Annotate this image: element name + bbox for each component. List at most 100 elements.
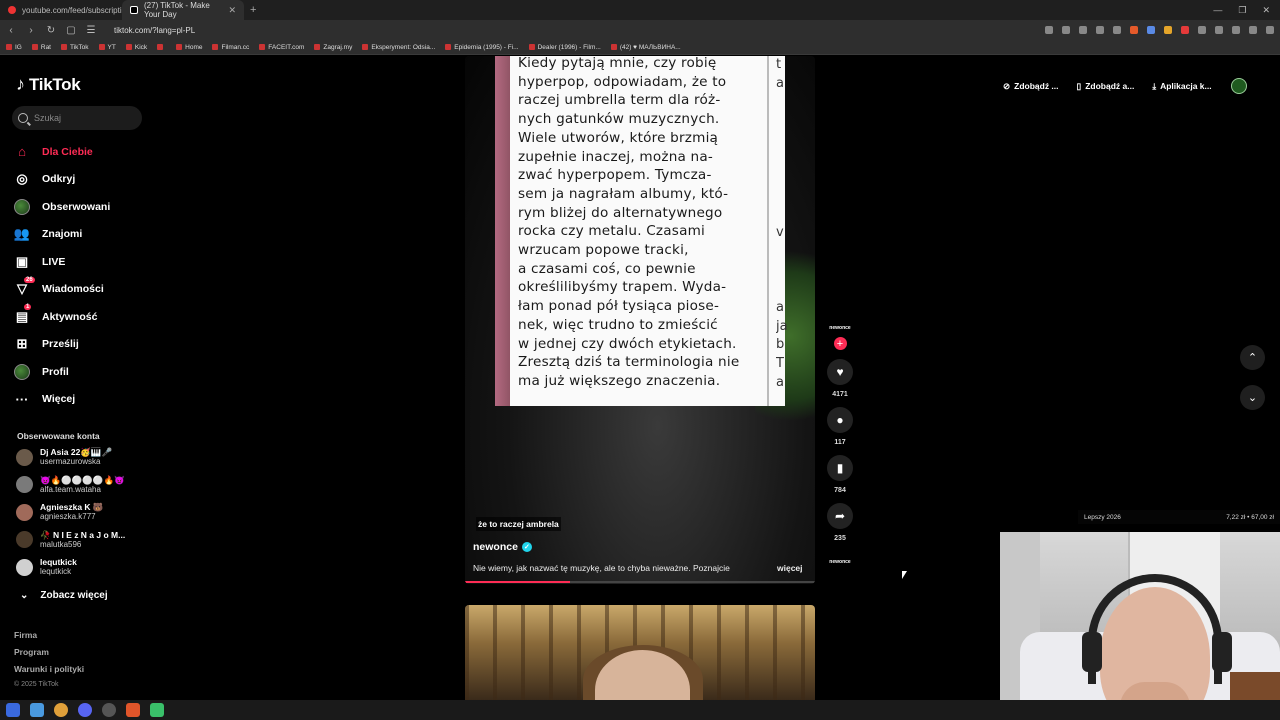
nav-item-wiadomości[interactable]: ▽ 26 Wiadomości: [14, 276, 154, 304]
next-video-preview[interactable]: [465, 605, 815, 700]
nav-item-więcej[interactable]: ··· Więcej: [14, 386, 154, 414]
brave-shield-icon[interactable]: [1130, 26, 1138, 34]
nav-item-aktywność[interactable]: ▤ 1 Aktywność: [14, 303, 154, 331]
obs-icon[interactable]: [102, 703, 116, 717]
bookmark-item[interactable]: Dealer (1996) - Film...: [528, 43, 601, 51]
browser-tab-tiktok[interactable]: (27) TikTok - Make Your Day ✕: [122, 0, 244, 20]
site-info-icon[interactable]: ☰: [86, 25, 96, 36]
discord-icon[interactable]: [78, 703, 92, 717]
forward-icon[interactable]: ›: [26, 25, 36, 36]
account-name: Dj Asia 22🥳🎹🎤: [40, 447, 113, 457]
footer-link-firma[interactable]: Firma: [14, 630, 37, 640]
bookmark-item[interactable]: Kick: [125, 44, 147, 51]
nav-item-dla-ciebie[interactable]: ⌂ Dla Ciebie: [14, 138, 154, 166]
start-icon[interactable]: [6, 703, 20, 717]
bookmark-item[interactable]: FACEIT.com: [259, 44, 304, 51]
bookmark-page-icon[interactable]: ▢: [66, 25, 76, 36]
extensions-menu-icon[interactable]: [1215, 26, 1223, 34]
bookmark-item[interactable]: Filman.cc: [212, 44, 249, 51]
download-icon[interactable]: [1198, 26, 1206, 34]
next-video-button[interactable]: ⌄: [1240, 385, 1265, 410]
bookmark-item[interactable]: [157, 44, 166, 50]
share-icon[interactable]: ➦: [827, 503, 853, 529]
profile-avatar[interactable]: [1230, 78, 1247, 94]
see-more-button[interactable]: ⌄ Zobacz więcej: [20, 590, 108, 601]
media-icon[interactable]: [1249, 26, 1257, 34]
bookmark-item[interactable]: TikTok: [61, 44, 89, 51]
extension-icon[interactable]: [1147, 26, 1155, 34]
bookmark-item[interactable]: (42) ♥ МАЛЬВИНА...: [610, 43, 681, 51]
nav-item-odkryj[interactable]: ◎ Odkryj: [14, 166, 154, 194]
minimize-icon[interactable]: —: [1213, 5, 1222, 16]
tiktok-logo[interactable]: ♪ TikTok: [16, 74, 81, 95]
search-box[interactable]: [12, 106, 142, 130]
bookmark-label: (42) ♥ МАЛЬВИНА...: [619, 43, 681, 51]
bookmark-item[interactable]: Home: [176, 44, 202, 51]
bookmark-item[interactable]: YT: [98, 44, 116, 51]
footer-link-terms[interactable]: Warunki i polityki: [14, 664, 84, 674]
like-icon[interactable]: ♥: [827, 359, 853, 385]
new-tab-button[interactable]: +: [244, 4, 262, 16]
desktop-app-button[interactable]: ⤓ Aplikacja k...: [1145, 74, 1219, 98]
bookmark-item[interactable]: Zagraj.my: [314, 44, 352, 51]
back-icon[interactable]: ‹: [6, 25, 16, 36]
taskbar-app-icon[interactable]: [30, 703, 44, 717]
close-window-icon[interactable]: ✕: [1262, 5, 1270, 16]
nav-item-znajomi[interactable]: 👥 Znajomi: [14, 221, 154, 249]
search-input[interactable]: [34, 113, 134, 123]
menu-icon[interactable]: [1266, 26, 1274, 34]
nav-item-prześlij[interactable]: ⊞ Prześlij: [14, 331, 154, 359]
bookmark-item[interactable]: Eksperyment: Odsia...: [362, 44, 435, 51]
os-taskbar: [0, 700, 1280, 720]
maximize-icon[interactable]: ❐: [1238, 5, 1246, 16]
extension-icon[interactable]: [1181, 26, 1189, 34]
magazine-line: hyperpop, odpowiadam, że to: [518, 73, 727, 90]
link-icon[interactable]: [1232, 26, 1240, 34]
follow-plus-icon[interactable]: +: [833, 337, 847, 350]
magazine-text: Kiedy pytają mnie, czy robię hyperpop, od…: [518, 56, 768, 391]
reload-icon[interactable]: ↻: [46, 25, 56, 36]
avatar: [16, 503, 33, 521]
url-field[interactable]: tiktok.com/?lang=pl-PL: [114, 26, 195, 35]
followed-account[interactable]: 🥀 N I E z N a J o M... malutka596: [16, 530, 125, 550]
bookmark-item[interactable]: Epidemia (1995) - Fi...: [445, 44, 519, 51]
extension-icon[interactable]: [1062, 26, 1070, 34]
nav-item-live[interactable]: ▣ LIVE: [14, 248, 154, 276]
followed-account[interactable]: Dj Asia 22🥳🎹🎤 usermazurowska: [16, 447, 112, 467]
chevron-up-icon: ⌃: [1247, 352, 1258, 364]
nav-item-obserwowani[interactable]: Obserwowani: [14, 193, 154, 221]
followed-account[interactable]: Agnieszka K 🐻 agnieszka.k777: [16, 502, 104, 522]
more-link[interactable]: więcej: [777, 563, 803, 573]
nav-item-profil[interactable]: Profil: [14, 358, 154, 386]
taskbar-app-icon[interactable]: [150, 703, 164, 717]
brave-icon[interactable]: [126, 703, 140, 717]
extension-icon[interactable]: [1164, 26, 1172, 34]
chrome-icon[interactable]: [54, 703, 68, 717]
previous-video-button[interactable]: ⌃: [1240, 345, 1265, 370]
author-name[interactable]: newonce: [473, 541, 518, 553]
bookmark-item[interactable]: Rat: [31, 44, 51, 51]
video-progress-bar[interactable]: [465, 581, 815, 583]
video-author[interactable]: newonce ✓: [473, 541, 532, 553]
extension-icon[interactable]: [1079, 26, 1087, 34]
comment-icon[interactable]: ●: [827, 407, 853, 433]
followed-account[interactable]: 👿🔥⚪⚪⚪⚪🔥👿 alfa.team.wataha: [16, 475, 125, 495]
extension-icon[interactable]: [1045, 26, 1053, 34]
get-app-button[interactable]: ▯ Zdobądź a...: [1069, 74, 1142, 98]
bookmark-label: Dealer (1996) - Film...: [537, 43, 601, 51]
get-coins-button[interactable]: ⊘ Zdobądź ...: [996, 74, 1066, 98]
creator-avatar[interactable]: newonce: [827, 320, 853, 336]
nav-label: Dla Ciebie: [42, 145, 93, 158]
close-tab-icon[interactable]: ✕: [228, 5, 236, 16]
bookmark-icon[interactable]: ▮: [827, 455, 853, 481]
video-player[interactable]: Kiedy pytają mnie, czy robię hyperpop, od…: [465, 56, 815, 584]
bookmark-item[interactable]: IG: [6, 44, 22, 51]
followed-account[interactable]: lequtkick lequtkick: [16, 557, 77, 577]
zoom-icon[interactable]: [1096, 26, 1104, 34]
sound-disc[interactable]: newonce: [827, 554, 853, 570]
browser-tab-youtube[interactable]: youtube.com/feed/subscriptions: [0, 0, 135, 20]
friends-icon: 👥: [13, 226, 31, 242]
share-icon[interactable]: [1113, 26, 1121, 34]
footer-link-program[interactable]: Program: [14, 647, 49, 657]
magazine-line: rocka czy metalu. Czasami: [518, 223, 706, 240]
